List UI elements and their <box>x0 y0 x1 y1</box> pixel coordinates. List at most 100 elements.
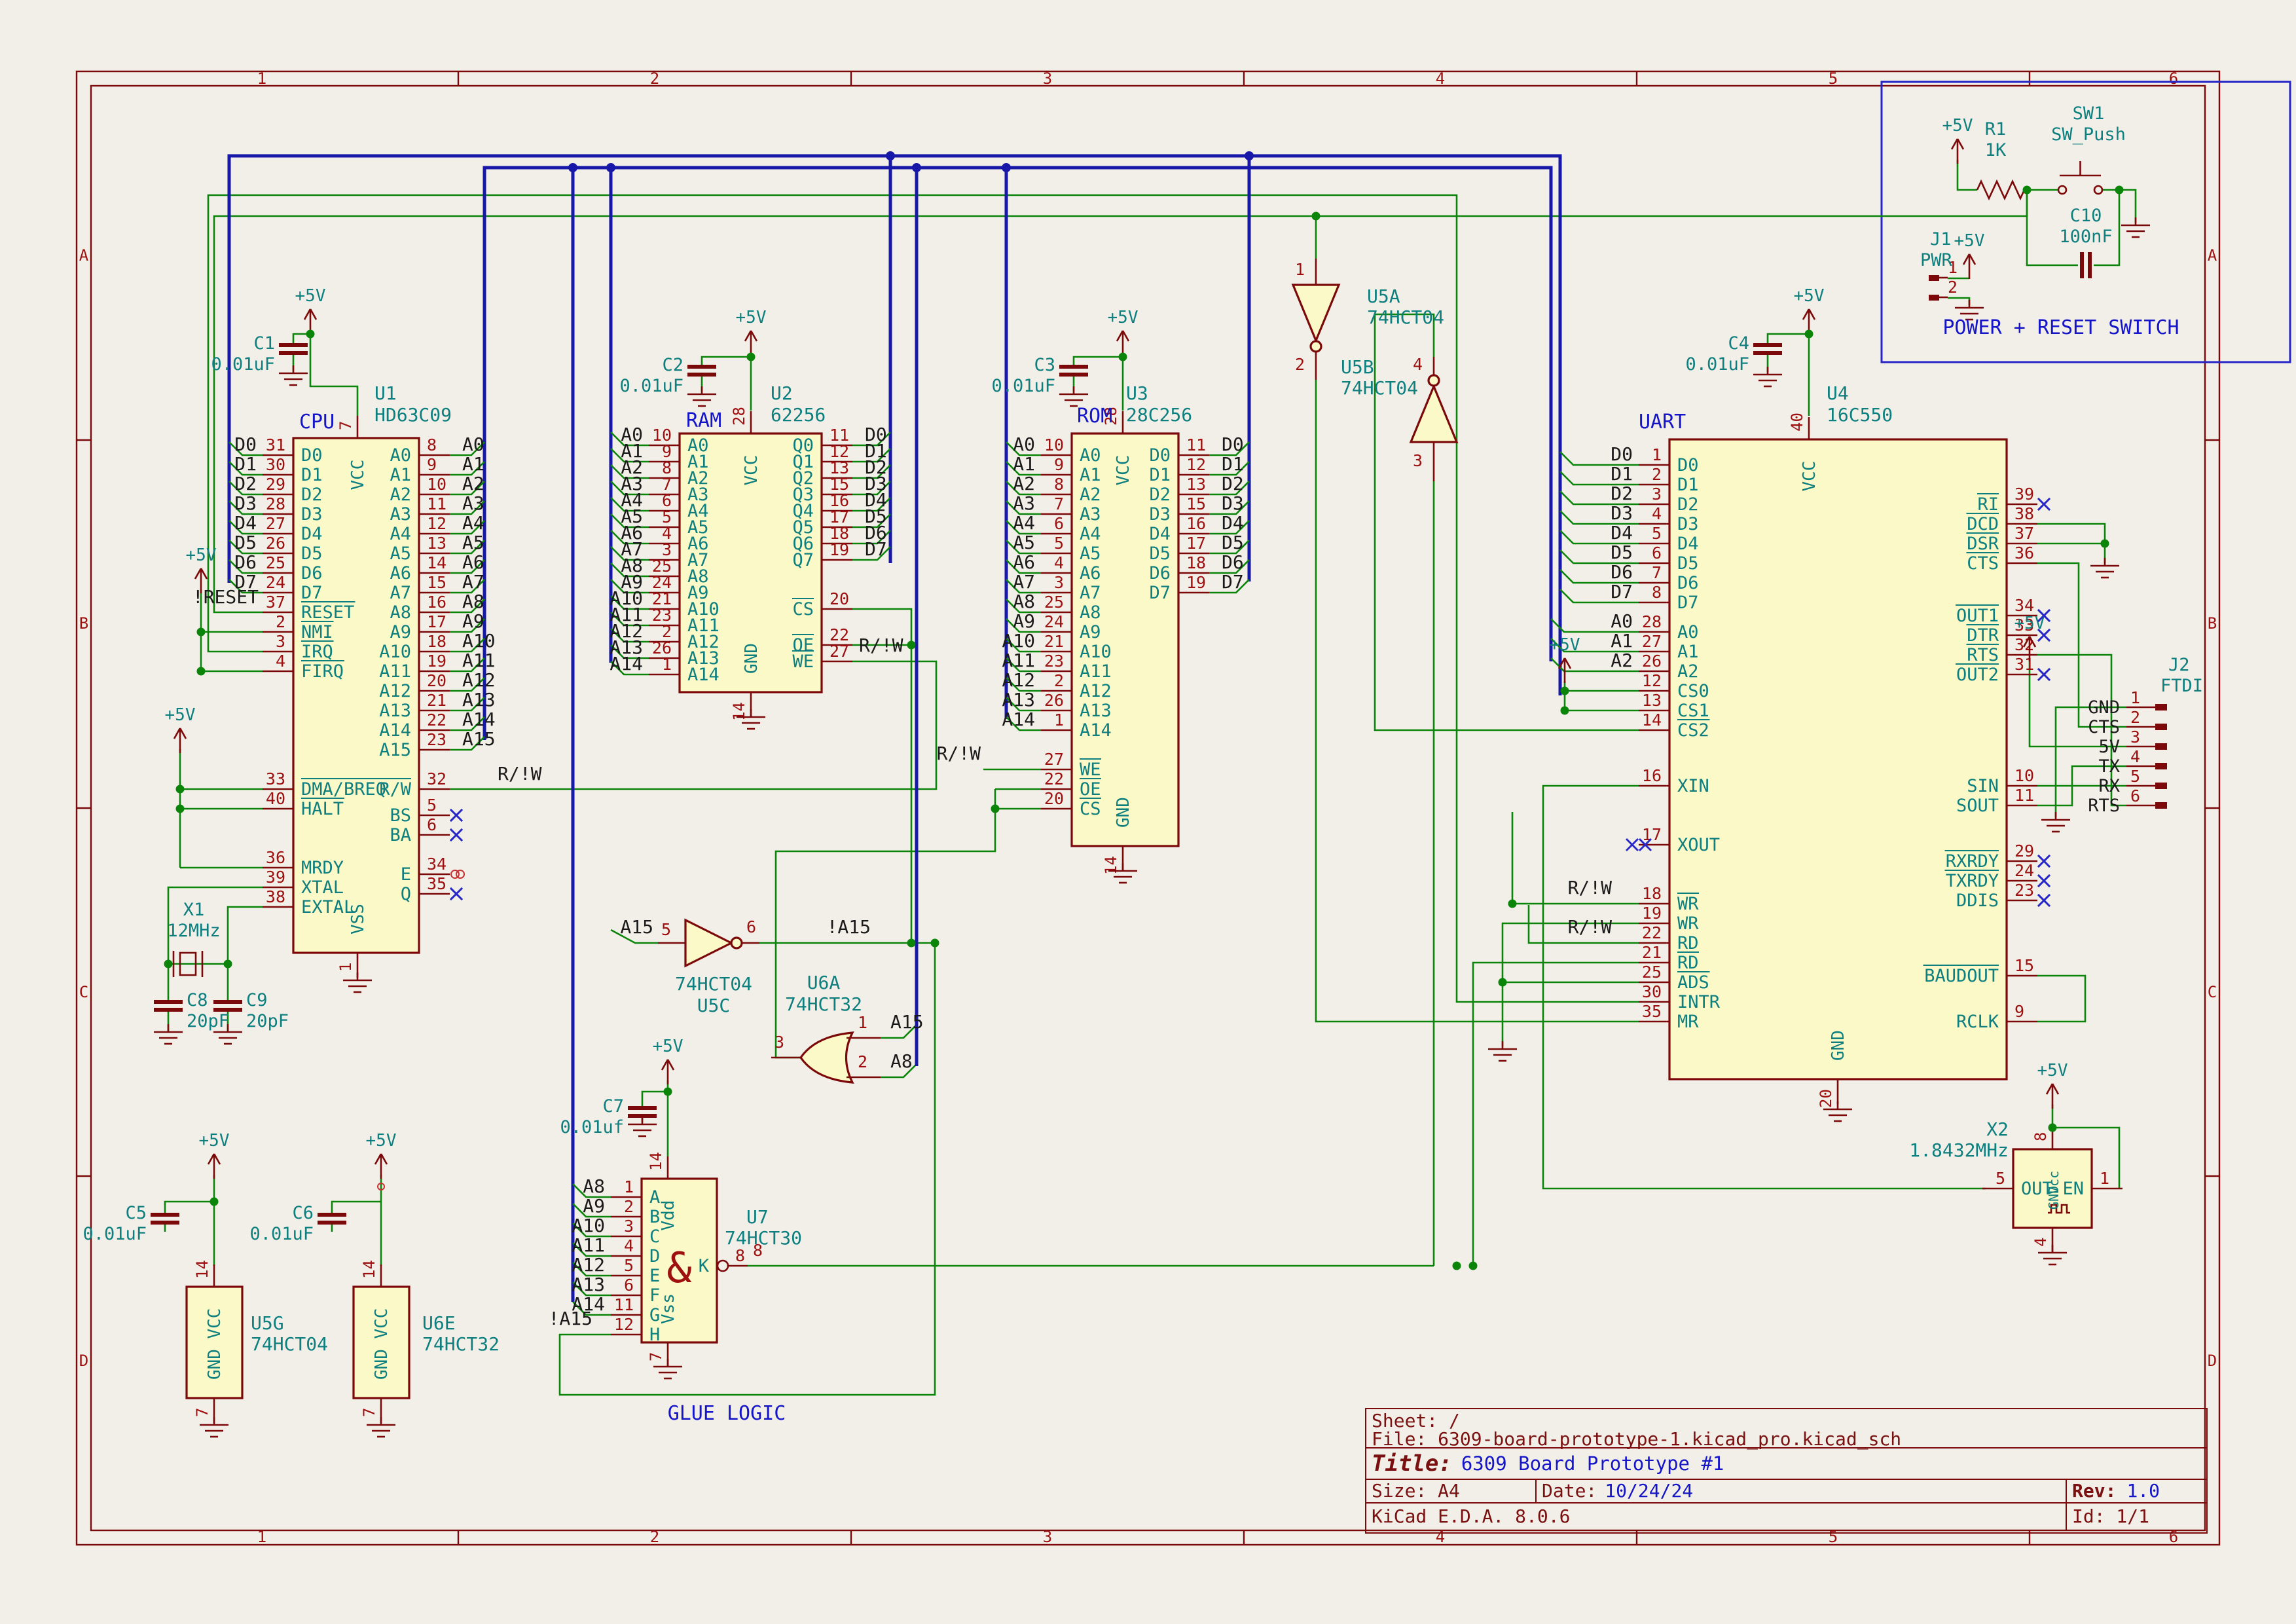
ic-ref: U2 <box>771 382 793 404</box>
pin-number: 16 <box>1186 514 1206 533</box>
pin-number: 17 <box>1642 825 1662 844</box>
wire[interactable] <box>228 907 263 964</box>
junction-dot <box>991 805 1000 813</box>
gnd-symbol <box>343 972 372 992</box>
wire[interactable] <box>776 789 995 1058</box>
gate-u5c[interactable] <box>658 920 759 966</box>
gnd-symbol <box>628 1116 657 1136</box>
cap-ref: C6 <box>292 1203 314 1223</box>
pin-number: 5 <box>624 1256 634 1275</box>
junction-dot <box>907 939 916 948</box>
pin-name: A0 <box>390 445 411 466</box>
pin-name: A12 <box>379 681 411 701</box>
pin-name: D <box>649 1246 660 1266</box>
junction-dot <box>176 805 185 813</box>
net-label: D7 <box>865 538 887 560</box>
connector-j1[interactable]: 12J1PWR <box>1920 229 1958 301</box>
net-label: A9 <box>462 610 484 632</box>
wire[interactable] <box>1958 160 1977 190</box>
pin-name: XTAL <box>301 877 344 898</box>
pin-name: D3 <box>1677 514 1699 534</box>
pin-number: 2 <box>276 612 285 631</box>
net-label: A1 <box>1013 453 1035 475</box>
cap-ref: C5 <box>125 1203 147 1223</box>
pin-number: 30 <box>1642 982 1662 1001</box>
net-label: A12 <box>462 669 496 691</box>
ic-u3[interactable]: U328C25628VCC14GND10A0A09A1A18A2A27A3A36… <box>1002 382 1249 875</box>
title-block-meta-row: Size: A4 Date:10/24/24 Rev:1.0 <box>1366 1480 2206 1504</box>
pin-name: SOUT <box>1956 796 1999 816</box>
frame-row-label: C <box>2208 983 2217 1001</box>
ref-label: 74HCT32 <box>785 993 862 1015</box>
pin-net-name: RX <box>2098 776 2120 796</box>
power-5v-label: +5V <box>1550 635 1580 655</box>
power-5v-label: +5V <box>165 705 196 725</box>
pin-number: 15 <box>427 573 446 592</box>
pin-number: 23 <box>1044 652 1064 671</box>
ref-label: U5B <box>1341 356 1374 378</box>
pin-name: MRDY <box>301 858 344 878</box>
junction-dot <box>664 1088 672 1096</box>
pin-name: D0 <box>301 445 323 466</box>
pin-number: 17 <box>427 612 446 631</box>
net-label: D2 <box>1222 473 1244 494</box>
ic-u5g[interactable]: U5G74HCT0414VCC7GND <box>187 1260 328 1423</box>
pin-number: 13 <box>1642 691 1662 710</box>
junction-dot <box>2115 186 2124 194</box>
junction-dot <box>1119 353 1127 361</box>
gnd-symbol <box>279 365 308 385</box>
wire[interactable] <box>2037 976 2085 1022</box>
net-label: R/!W <box>937 743 981 764</box>
wire[interactable] <box>2119 190 2136 223</box>
power-5v-symbol: +5V <box>1550 635 1580 683</box>
ic-x2[interactable]: X21.8432MHz8Vcc4GND5OUT1EN <box>1909 1118 2123 1253</box>
gnd-symbol <box>1059 386 1088 406</box>
section-label: ROM <box>1077 405 1112 428</box>
pin-name: A6 <box>390 563 411 583</box>
invert-bubble <box>718 1261 728 1271</box>
wire[interactable] <box>2037 524 2105 544</box>
pin-number: 22 <box>1642 923 1662 942</box>
wire[interactable] <box>1948 298 1969 305</box>
pin-name: A14 <box>379 720 411 741</box>
pin-number: 28 <box>266 494 285 513</box>
ic-u1[interactable]: U1HD63C097VCC1VSS31D0D030D1D129D2D228D3D… <box>229 382 496 978</box>
net-label: A6 <box>462 551 484 573</box>
cap-value: 0.01uF <box>1685 354 1749 375</box>
ic-ref: U6E <box>422 1312 456 1334</box>
cap-ref: C8 <box>187 990 208 1010</box>
power-5v-symbol: +5V <box>1954 231 1985 279</box>
schematic-canvas[interactable]: 112233445566AABBCCDDU1HD63C097VCC1VSS31D… <box>0 0 2296 1624</box>
pin-name: RESET <box>301 602 354 623</box>
gnd-symbol <box>2121 217 2150 237</box>
pin-name: A2 <box>1677 661 1699 682</box>
wire[interactable] <box>642 1092 668 1108</box>
ic-u6e[interactable]: U6E74HCT3214VCC7GND <box>354 1260 500 1423</box>
pin-number: 12 <box>1186 455 1206 474</box>
pin-name: A3 <box>390 504 411 525</box>
gnd-symbol <box>2038 1245 2067 1264</box>
crystal-x1[interactable]: X112MHz <box>167 900 220 977</box>
switch-sw1[interactable]: SW1SW_Push <box>2051 103 2126 194</box>
ic-u4[interactable]: U416C55040VCC20GND1D0D02D1D13D2D24D3D35D… <box>1551 382 2050 1108</box>
section-label: UART <box>1639 411 1686 434</box>
wire[interactable] <box>852 609 911 943</box>
ref-label: U6A <box>807 972 841 993</box>
net-label: A11 <box>462 650 496 671</box>
pin-number: 27 <box>1642 632 1662 651</box>
ic-u2[interactable]: U26225628VCC14GND10A0A09A1A18A2A27A3A36A… <box>610 382 890 721</box>
wire[interactable] <box>1473 963 1639 1266</box>
net-label: D7 <box>1611 581 1633 602</box>
capacitor-c10[interactable]: C10100nF <box>2059 206 2112 278</box>
net-label: A4 <box>462 512 484 534</box>
gnd-symbol <box>1488 1041 1517 1061</box>
cap-ref: C7 <box>602 1096 624 1116</box>
resistor-r1[interactable]: R11K <box>1977 119 2024 198</box>
pin-number: 26 <box>1642 652 1662 671</box>
ic-body[interactable] <box>354 1287 409 1398</box>
line <box>208 1154 214 1164</box>
ic-body[interactable] <box>187 1287 242 1398</box>
junction-dot <box>1312 212 1321 221</box>
connector-j2[interactable]: GND1CTS25V3TX4RX5RTS6J2FTDI <box>2088 655 2203 816</box>
wire[interactable] <box>310 334 357 416</box>
